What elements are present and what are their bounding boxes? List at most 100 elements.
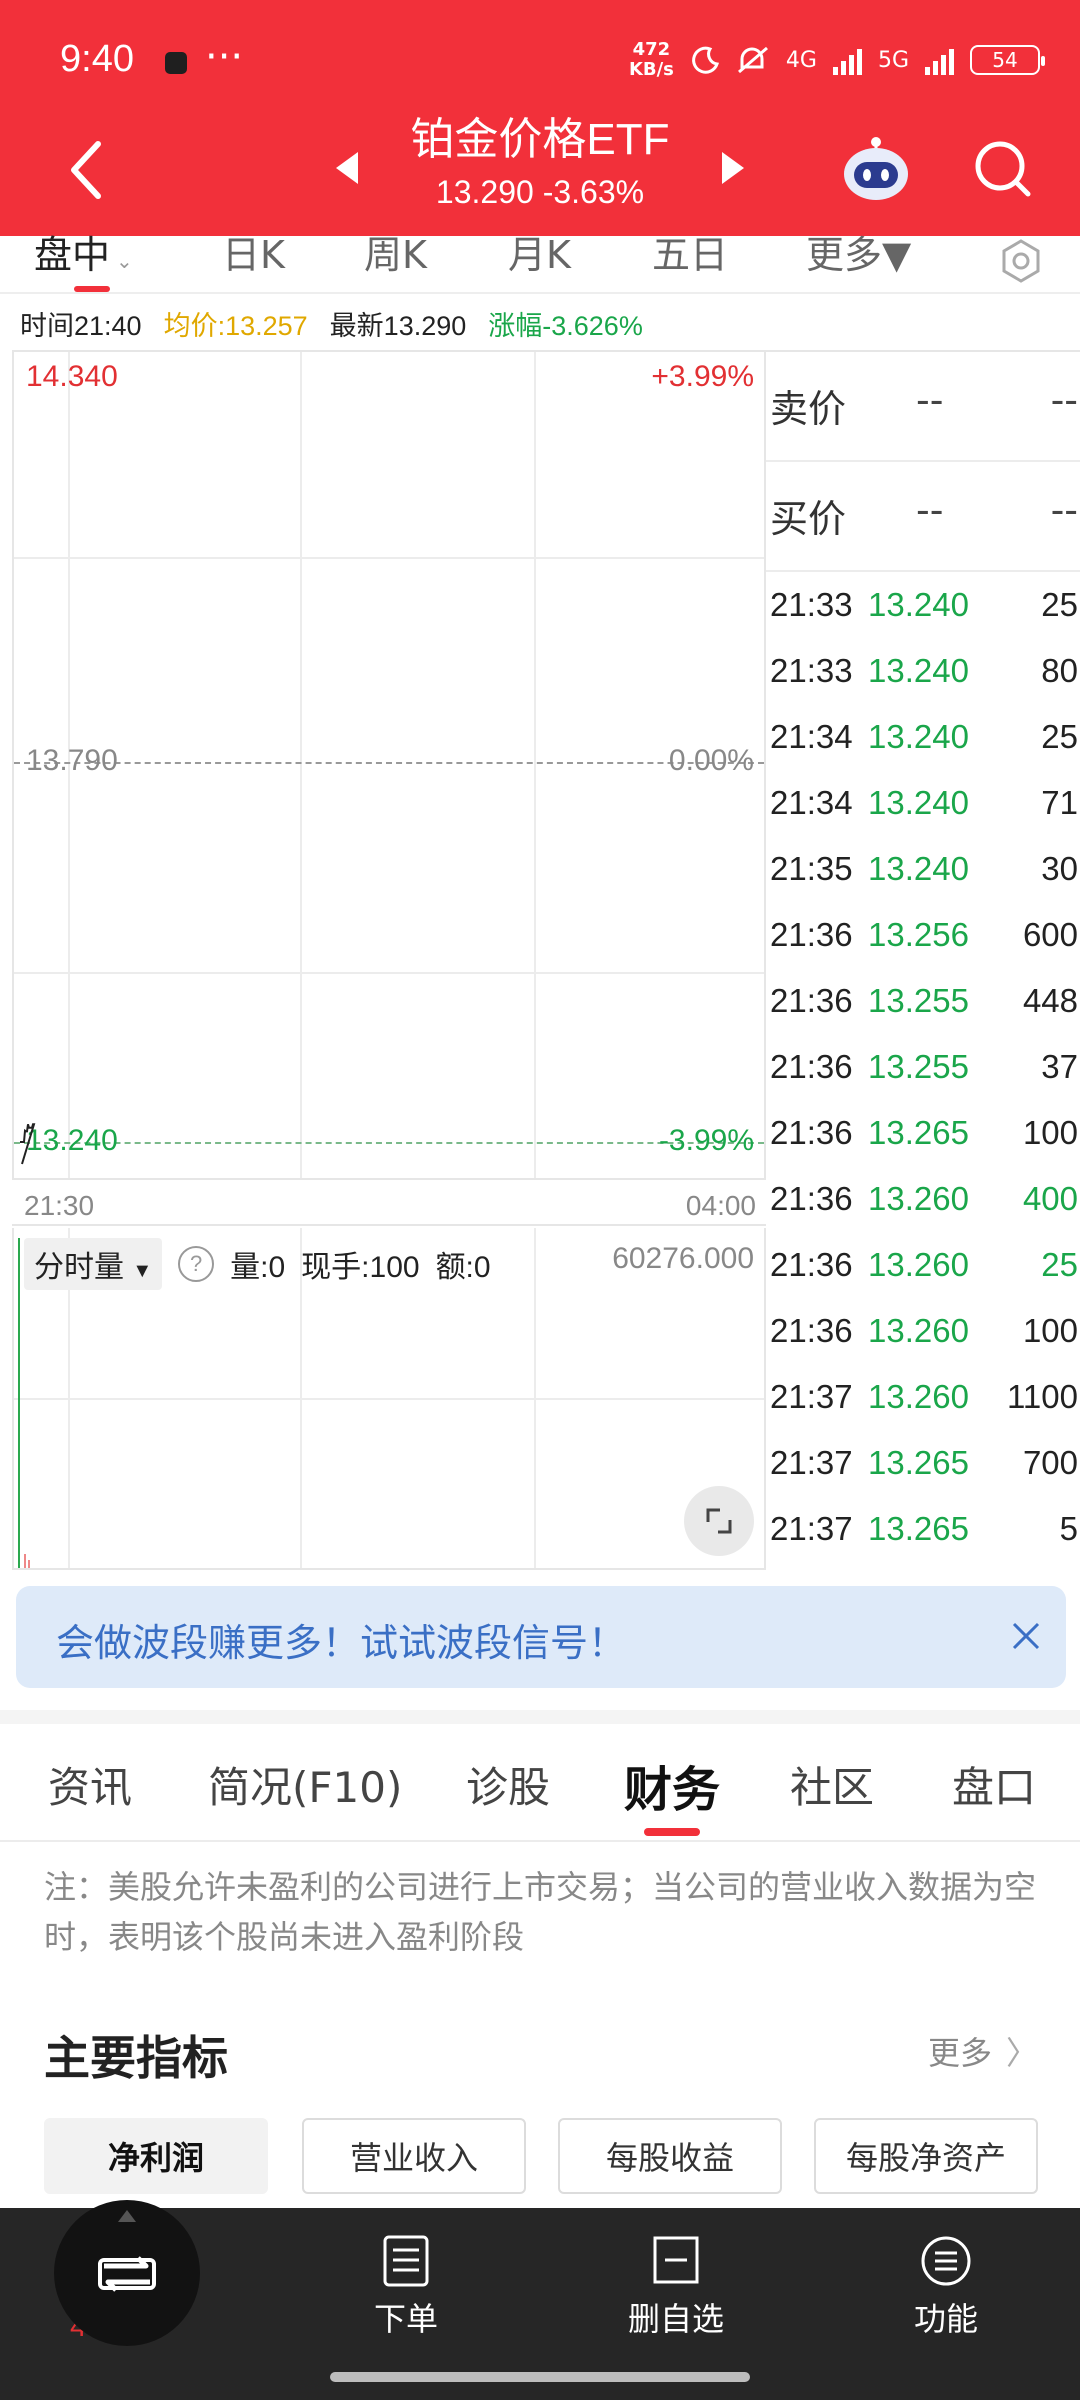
trade-qty: 25 — [1041, 1246, 1078, 1283]
trade-qty: 1100 — [1007, 1378, 1078, 1415]
trade-price: 13.265 — [868, 1114, 969, 1151]
trade-row: 21:36 13.255 448 — [766, 982, 1080, 1048]
x-tick-start: 21:30 — [24, 1190, 95, 1221]
volume-bar — [28, 1560, 30, 1568]
chart-period-tabs: 盘中 ⌄ 日K 周K 月K 五日 更多▼ — [0, 233, 1080, 294]
remove-watchlist-button[interactable]: 删自选 — [596, 2234, 756, 2340]
tab-order-book[interactable]: 盘口 — [952, 1754, 1036, 1815]
title-block: 铂金价格ETF 13.290 -3.63% — [300, 110, 780, 214]
tab-community[interactable]: 社区 — [790, 1754, 874, 1815]
trade-qty: 5 — [1059, 1510, 1078, 1547]
tab-more[interactable]: 更多▼ — [806, 224, 911, 279]
tab-profile[interactable]: 简况(F10) — [208, 1754, 402, 1815]
trade-time: 21:37 — [770, 1510, 853, 1547]
section-divider — [0, 1710, 1080, 1724]
sell-quote-row: 卖价 -- -- — [766, 352, 1080, 462]
trade-qty: 80 — [1041, 652, 1078, 689]
tab-finance[interactable]: 财务 — [624, 1750, 720, 1820]
trade-qty: 400 — [1022, 1180, 1078, 1217]
next-stock-icon[interactable] — [722, 152, 744, 184]
eps-button[interactable]: 每股收益 — [558, 2118, 782, 2194]
tab-five-day[interactable]: 五日 — [652, 224, 728, 279]
trade-time: 21:34 — [770, 784, 853, 821]
close-icon[interactable] — [1006, 1616, 1046, 1656]
time-axis: 21:30 04:00 — [12, 1182, 766, 1226]
gear-icon[interactable] — [998, 238, 1044, 284]
more-link-label: 更多 — [928, 2034, 993, 2072]
intraday-price-chart[interactable]: 14.340 13.790 13.240 +3.99% 0.00% -3.99% — [12, 350, 766, 1180]
tab-intraday-label: 盘中 — [34, 233, 111, 277]
tab-active-indicator — [644, 1828, 700, 1836]
revenue-button[interactable]: 营业收入 — [302, 2118, 526, 2194]
trade-time: 21:36 — [770, 1180, 853, 1217]
info-change: 涨幅-3.626% — [488, 311, 643, 341]
grid-line — [14, 1398, 764, 1400]
switch-icon — [98, 2210, 156, 2292]
trade-price: 13.255 — [868, 982, 969, 1019]
robot-assistant-icon[interactable] — [840, 134, 912, 204]
trade-time: 21:36 — [770, 916, 853, 953]
net-profit-button[interactable]: 净利润 — [44, 2118, 268, 2194]
status-bar: 9:40 ··· 472 KB/s 4G 5G 54 — [0, 30, 1080, 100]
tab-diagnosis[interactable]: 诊股 — [466, 1754, 550, 1815]
chevron-down-icon: ⌄ — [116, 249, 133, 273]
home-indicator[interactable] — [330, 2372, 750, 2382]
more-link[interactable]: 更多〉 — [928, 2028, 1038, 2074]
trade-qty: 700 — [1022, 1444, 1078, 1481]
trade-time: 21:36 — [770, 1312, 853, 1349]
volume-axis-max: 60276.000 — [612, 1242, 754, 1275]
trade-time: 21:36 — [770, 1114, 853, 1151]
fullscreen-icon[interactable] — [684, 1486, 754, 1556]
status-more: ··· — [205, 34, 244, 80]
functions-button[interactable]: 功能 — [866, 2234, 1026, 2340]
trade-price: 13.265 — [868, 1444, 969, 1481]
promo-banner[interactable]: 会做波段赚更多！试试波段信号！ — [16, 1586, 1066, 1688]
trade-time: 21:34 — [770, 718, 853, 755]
price-series-line — [20, 1123, 36, 1165]
trade-price: 13.260 — [868, 1246, 969, 1283]
trade-time: 21:35 — [770, 850, 853, 887]
tab-week-k[interactable]: 周K — [364, 224, 427, 279]
order-button[interactable]: 下单 — [326, 2234, 486, 2340]
volume-type-select[interactable]: 分时量 ▼ — [24, 1238, 163, 1290]
trade-row: 21:35 13.240 30 — [766, 850, 1080, 916]
trade-row: 21:36 13.260 100 — [766, 1312, 1080, 1378]
bvps-button[interactable]: 每股净资产 — [814, 2118, 1038, 2194]
buy-price: -- — [916, 488, 944, 532]
info-avg-price: 均价:13.257 — [163, 311, 308, 341]
notification-app-icon — [165, 52, 187, 74]
now-hand-value: 现手:100 — [301, 1251, 420, 1284]
tab-news[interactable]: 资讯 — [48, 1754, 132, 1815]
buy-quote-row: 买价 -- -- — [766, 462, 1080, 572]
trade-qty: 448 — [1022, 982, 1078, 1019]
back-button[interactable] — [60, 130, 120, 210]
trade-time: 21:36 — [770, 1048, 853, 1085]
trade-price: 13.260 — [868, 1180, 969, 1217]
page-title: 铂金价格ETF — [410, 115, 670, 164]
volume-type-label: 分时量 — [34, 1251, 124, 1284]
sell-label: 卖价 — [770, 387, 847, 431]
help-icon[interactable]: ? — [178, 1246, 215, 1282]
search-icon[interactable] — [970, 136, 1034, 200]
remove-watchlist-label: 删自选 — [627, 2300, 724, 2338]
trade-row: 21:34 13.240 25 — [766, 718, 1080, 784]
buy-volume: -- — [1050, 488, 1078, 532]
trade-row: 21:33 13.240 80 — [766, 652, 1080, 718]
trade-time: 21:33 — [770, 586, 853, 623]
trade-qty: 100 — [1022, 1312, 1078, 1349]
order-icon — [383, 2235, 429, 2287]
tab-intraday[interactable]: 盘中 ⌄ — [34, 224, 133, 279]
switch-stock-button[interactable] — [54, 2200, 200, 2346]
trade-qty: 25 — [1041, 586, 1078, 623]
caret-down-icon: ▼ — [132, 1260, 153, 1282]
trade-row: 21:36 13.255 37 — [766, 1048, 1080, 1114]
tab-day-k[interactable]: 日K — [222, 224, 285, 279]
tab-month-k[interactable]: 月K — [508, 224, 571, 279]
nav-bar: 铂金价格ETF 13.290 -3.63% — [0, 110, 1080, 236]
finance-note: 注：美股允许未盈利的公司进行上市交易；当公司的营业收入数据为空时，表明该个股尚未… — [44, 1868, 1037, 1956]
trade-time: 21:36 — [770, 982, 853, 1019]
volume-value: 量:0 — [230, 1251, 286, 1284]
trade-row: 21:37 13.265 700 — [766, 1444, 1080, 1510]
detail-section-tabs: 资讯 简况(F10) 诊股 财务 社区 盘口 — [0, 1724, 1080, 1842]
trade-price: 13.240 — [868, 718, 969, 755]
